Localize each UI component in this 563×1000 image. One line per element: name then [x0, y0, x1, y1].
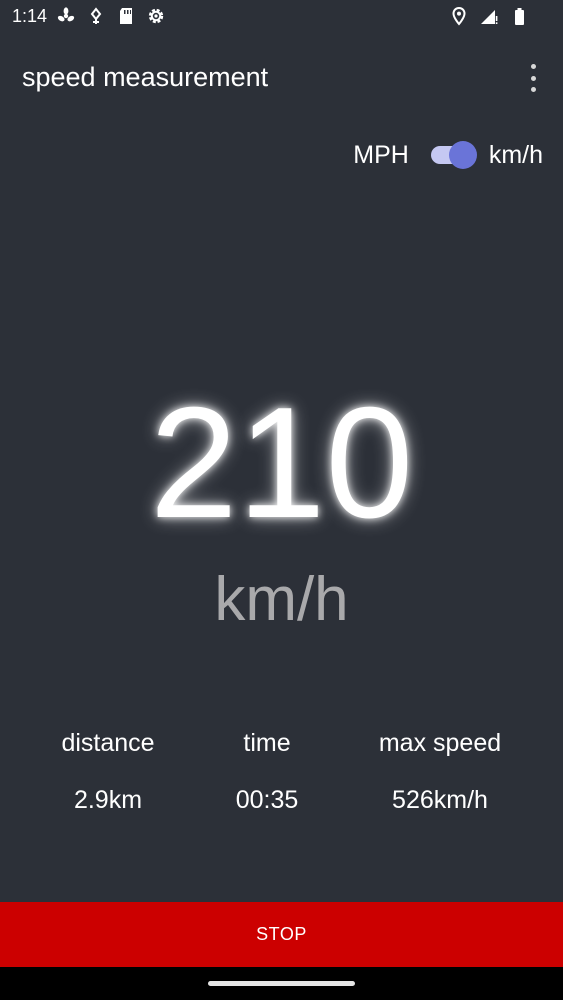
stat-time: time 00:35 — [167, 726, 367, 817]
status-right-icons — [449, 6, 529, 26]
home-gesture-handle[interactable] — [208, 981, 355, 986]
switch-thumb — [448, 141, 477, 169]
status-bar: 1:14 — [0, 0, 563, 34]
max-speed-value: 526km/h — [392, 786, 488, 814]
menu-dot — [530, 75, 536, 81]
current-speed-value: 210 — [149, 375, 414, 551]
status-time: 1:14 — [12, 6, 48, 26]
stat-max-speed: max speed 526km/h — [340, 726, 540, 817]
time-value: 00:35 — [235, 786, 299, 814]
stats-panel: distance 2.9km time 00:35 max speed 526k… — [0, 726, 563, 826]
battery-icon — [509, 6, 529, 26]
location-icon — [449, 6, 469, 26]
settings-gear-icon — [146, 6, 166, 26]
fan-icon — [56, 6, 76, 26]
kmh-label: km/h — [488, 140, 543, 169]
app-bar: speed measurement — [0, 44, 563, 112]
navigation-bar — [0, 967, 563, 1000]
signal-icon — [479, 6, 499, 26]
unit-switch[interactable] — [430, 141, 477, 169]
app-title: speed measurement — [22, 62, 269, 92]
unit-toggle-row: MPH km/h — [353, 138, 543, 172]
menu-dot — [530, 87, 536, 92]
current-speed-unit: km/h — [214, 565, 349, 634]
pinwheel-icon — [86, 6, 106, 26]
mph-label: MPH — [353, 140, 409, 169]
status-left-icons — [56, 6, 166, 26]
max-speed-label: max speed — [378, 729, 502, 757]
time-label: time — [243, 729, 291, 757]
sd-card-icon — [116, 6, 136, 26]
stop-button[interactable]: STOP — [0, 902, 563, 967]
menu-dot — [530, 64, 536, 69]
overflow-menu-icon[interactable] — [521, 64, 545, 92]
